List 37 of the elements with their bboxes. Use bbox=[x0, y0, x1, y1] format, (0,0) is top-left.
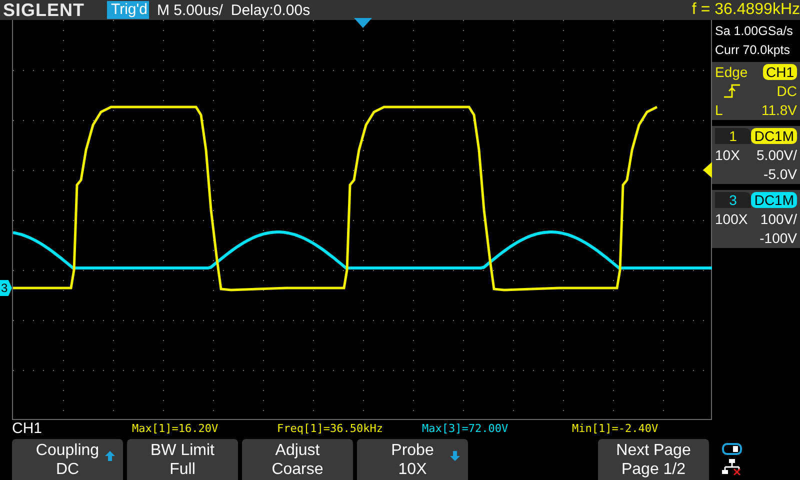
probe-ratio: 10X bbox=[715, 147, 740, 163]
network-icon bbox=[722, 458, 742, 474]
measurement-readout: Min[1]=-2.40V bbox=[572, 422, 660, 435]
channel-marker: 3 bbox=[0, 280, 12, 296]
softkey[interactable]: BW Limit Full bbox=[127, 439, 238, 480]
trigger-coupling: DC bbox=[776, 83, 797, 99]
measurement-readout: Max[1]=16.20V bbox=[132, 422, 220, 435]
coupling-badge: DC1M bbox=[751, 192, 797, 208]
softkey[interactable]: Probe 10X bbox=[357, 439, 468, 480]
probe-ratio: 100X bbox=[715, 211, 748, 227]
timebase-label: M 5.00us/ bbox=[157, 2, 223, 18]
measurement-readout: Max[3]=72.00V bbox=[422, 422, 510, 435]
trigger-level: 11.8V bbox=[761, 102, 797, 118]
trigger-position-icon bbox=[354, 18, 372, 28]
softkey[interactable]: Coupling DC bbox=[12, 439, 123, 480]
memory-depth: Curr 70.0kpts bbox=[715, 42, 792, 59]
channel-number: 1 bbox=[715, 128, 751, 144]
softkey[interactable]: Next Page Page 1/2 bbox=[598, 439, 709, 480]
delay-label: Delay:0.00s bbox=[230, 2, 310, 18]
vertical-offset: -5.0V bbox=[764, 166, 797, 182]
connector-icon bbox=[722, 442, 742, 454]
vertical-scale: 100V/ bbox=[760, 211, 797, 227]
sample-rate: Sa 1.00GSa/s bbox=[715, 23, 794, 40]
trigger-status: Trig'd bbox=[107, 1, 149, 19]
softkey[interactable]: Adjust Coarse bbox=[242, 439, 353, 480]
frequency-readout: f = 36.4899kHz bbox=[692, 1, 800, 19]
measurement-readout: Freq[1]=36.50kHz bbox=[277, 422, 384, 435]
vertical-scale: 5.00V/ bbox=[756, 147, 797, 163]
level-label: L bbox=[715, 102, 723, 118]
coupling-badge: DC1M bbox=[751, 128, 797, 144]
channel-number: 3 bbox=[715, 192, 751, 208]
trigger-source: CH1 bbox=[762, 64, 797, 80]
trigger-type: Edge bbox=[715, 64, 748, 80]
brand-logo: SIGLENT bbox=[3, 0, 86, 20]
vertical-offset: -100V bbox=[760, 230, 797, 246]
rising-edge-icon bbox=[723, 84, 741, 98]
menu-title: CH1 bbox=[11, 420, 44, 437]
